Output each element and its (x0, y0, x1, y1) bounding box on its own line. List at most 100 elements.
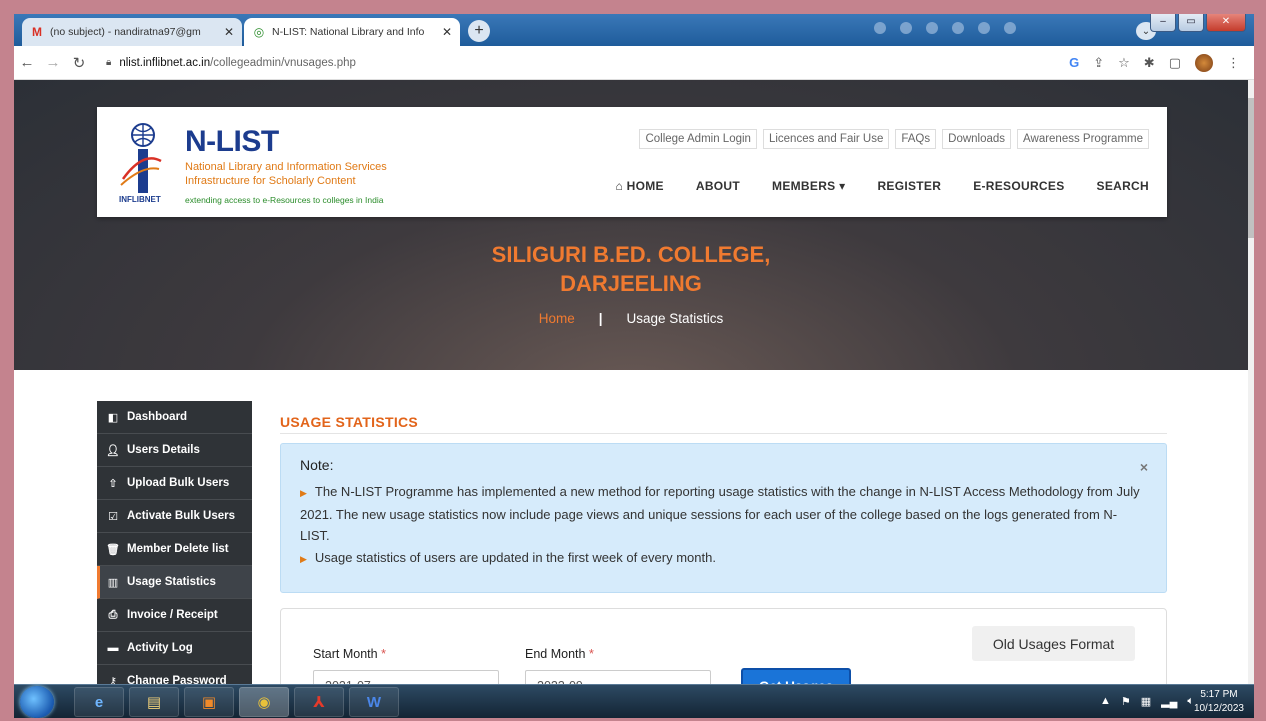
explorer-icon[interactable]: ▤ (129, 687, 179, 717)
sidebar-item-activate-bulk-users[interactable]: ☑ Activate Bulk Users (97, 500, 252, 533)
reload-icon[interactable]: ↻ (66, 54, 92, 72)
nav-home[interactable]: ⌂ HOME (615, 179, 663, 193)
url-path: /collegeadmin/vnusages.php (210, 56, 356, 69)
flag-icon[interactable]: ⚑ (1121, 695, 1131, 708)
end-month-label: End Month * (525, 647, 594, 661)
gmail-icon: M (32, 25, 42, 39)
note-title: Note: (300, 457, 334, 473)
maximize-icon[interactable]: ▭ (1178, 14, 1204, 32)
link-awareness[interactable]: Awareness Programme (1017, 129, 1149, 149)
sidebar-item-label: Activity Log (127, 642, 193, 654)
google-icon[interactable]: G (1069, 55, 1079, 70)
nav-eresources[interactable]: E-RESOURCES (973, 179, 1064, 193)
old-usages-format-button[interactable]: Old Usages Format (972, 626, 1135, 661)
sidebar-item-member-delete-list[interactable]: 🗑︎ Member Delete list (97, 533, 252, 566)
lock-icon: 🔒︎ (106, 57, 112, 68)
forward-arrow-icon[interactable]: → (40, 54, 66, 71)
nav-about[interactable]: ABOUT (696, 179, 740, 193)
note-alert: Note: × ▶ The N-LIST Programme has implem… (280, 443, 1167, 593)
menu-icon[interactable]: ⋮ (1227, 55, 1240, 71)
ie-icon[interactable]: e (74, 687, 124, 717)
nav-members[interactable]: MEMBERS ▾ (772, 179, 845, 193)
college-name-line1: SILIGURI B.ED. COLLEGE, (491, 242, 771, 267)
get-usages-button[interactable]: Get Usages (741, 668, 851, 684)
windows-taskbar: e ▤ ▣ ◉ ⅄ W ▲ ⚑ ▦ ▂▄ 🔈︎ 5:17 PM 10/12/20… (14, 684, 1254, 718)
end-month-input[interactable] (525, 670, 711, 684)
tab-nlist[interactable]: ◎ N-LIST: National Library and Info ✕ (244, 18, 460, 46)
browser-tab-bar: M (no subject) - nandiratna97@gm ✕ ◎ N-L… (14, 14, 1254, 46)
sidebar-item-label: Change Password (127, 675, 227, 684)
start-button[interactable] (20, 686, 54, 718)
sidebar-item-label: Activate Bulk Users (127, 510, 236, 522)
profile-avatar[interactable] (1195, 53, 1213, 72)
close-icon[interactable]: × (1140, 459, 1148, 475)
nlist-favicon-icon: ◎ (253, 25, 265, 39)
sidebar-item-dashboard[interactable]: ◧ Dashboard (97, 401, 252, 434)
extensions-icon[interactable]: ✱ (1144, 55, 1155, 71)
new-tab-button[interactable]: + (468, 20, 490, 42)
breadcrumb-current: Usage Statistics (626, 311, 724, 326)
sidebar-item-label: Usage Statistics (127, 576, 216, 588)
start-month-label-text: Start Month (313, 647, 378, 661)
media-player-icon[interactable]: ▣ (184, 687, 234, 717)
star-icon[interactable]: ☆ (1118, 55, 1130, 71)
sidebar-item-upload-bulk-users[interactable]: ⇧ Upload Bulk Users (97, 467, 252, 500)
end-month-label-text: End Month (525, 647, 586, 661)
close-window-icon[interactable]: ✕ (1206, 14, 1246, 32)
clock[interactable]: 5:17 PM 10/12/2023 (1194, 688, 1244, 716)
share-icon[interactable]: ⇪ (1093, 55, 1104, 71)
sidebar-item-label: Upload Bulk Users (127, 477, 230, 489)
tagline-line2: Infrastructure for Scholarly Content (185, 175, 356, 187)
sidebar-item-change-password[interactable]: ⚷ Change Password (97, 665, 252, 684)
note-item: ▶ The N-LIST Programme has implemented a … (300, 481, 1140, 546)
url-field[interactable]: 🔒︎ nlist.inflibnet.ac.in/collegeadmin/vn… (106, 57, 356, 69)
sidebar-item-users-details[interactable]: 👤︎ Users Details (97, 434, 252, 467)
start-month-input[interactable] (313, 670, 499, 684)
scrollbar-thumb[interactable] (1248, 98, 1254, 238)
trash-icon: 🗑︎ (106, 543, 120, 556)
link-faqs[interactable]: FAQs (895, 129, 937, 149)
nav-members-label: MEMBERS (772, 179, 836, 193)
link-licences[interactable]: Licences and Fair Use (762, 129, 890, 149)
breadcrumb-home[interactable]: Home (539, 311, 575, 326)
brand-title[interactable]: N-LIST (185, 125, 279, 159)
brand-tagline: National Library and Information Service… (185, 160, 387, 188)
top-links: College Admin Login Licences and Fair Us… (639, 129, 1149, 149)
signal-icon[interactable]: ▂▄ (1161, 695, 1177, 708)
sidepanel-icon[interactable]: ▢ (1169, 55, 1181, 71)
sidebar-item-invoice-receipt[interactable]: ⎙ Invoice / Receipt (97, 599, 252, 632)
chrome-icon[interactable]: ◉ (239, 687, 289, 717)
note-item: ▶ Usage statistics of users are updated i… (300, 547, 1140, 570)
address-bar-icons: G ⇪ ☆ ✱ ▢ ⋮ (1069, 53, 1254, 72)
breadcrumb: Home | Usage Statistics (14, 311, 1248, 326)
checkbox-icon: ☑ (108, 510, 118, 523)
inflibnet-logo-icon (120, 123, 162, 193)
tab-gmail[interactable]: M (no subject) - nandiratna97@gm ✕ (22, 18, 242, 46)
address-bar: ← → ↻ 🔒︎ nlist.inflibnet.ac.in/collegead… (14, 46, 1254, 80)
bar-chart-icon: ▥ (107, 576, 119, 589)
sidebar-item-usage-statistics[interactable]: ▥ Usage Statistics (97, 566, 252, 599)
acrobat-icon[interactable]: ⅄ (294, 687, 344, 717)
close-tab-icon[interactable]: ✕ (224, 25, 234, 39)
sidebar-item-label: Dashboard (127, 411, 188, 423)
sidebar-item-activity-log[interactable]: ▬ Activity Log (97, 632, 252, 665)
nav-search[interactable]: SEARCH (1097, 179, 1149, 193)
link-downloads[interactable]: Downloads (942, 129, 1012, 149)
clock-time: 5:17 PM (1200, 689, 1238, 700)
network-icon[interactable]: ▦ (1141, 695, 1151, 708)
page-scrollbar[interactable] (1248, 80, 1254, 684)
minimize-icon[interactable]: – (1150, 14, 1176, 32)
close-tab-icon[interactable]: ✕ (442, 25, 452, 39)
note-item-text: The N-LIST Programme has implemented a n… (300, 484, 1140, 543)
required-marker: * (381, 647, 386, 661)
dashboard-icon: ◧ (107, 411, 119, 424)
link-college-admin-login[interactable]: College Admin Login (639, 129, 757, 149)
tray-up-arrow-icon[interactable]: ▲ (1100, 695, 1111, 708)
brand-subtagline: extending access to e-Resources to colle… (185, 195, 384, 205)
caret-down-icon: ▾ (835, 179, 846, 193)
word-icon[interactable]: W (349, 687, 399, 717)
site-header: INFLIBNET N-LIST National Library and In… (97, 107, 1167, 217)
nav-register[interactable]: REGISTER (877, 179, 941, 193)
screen: M (no subject) - nandiratna97@gm ✕ ◎ N-L… (14, 14, 1254, 718)
back-arrow-icon[interactable]: ← (14, 54, 40, 71)
